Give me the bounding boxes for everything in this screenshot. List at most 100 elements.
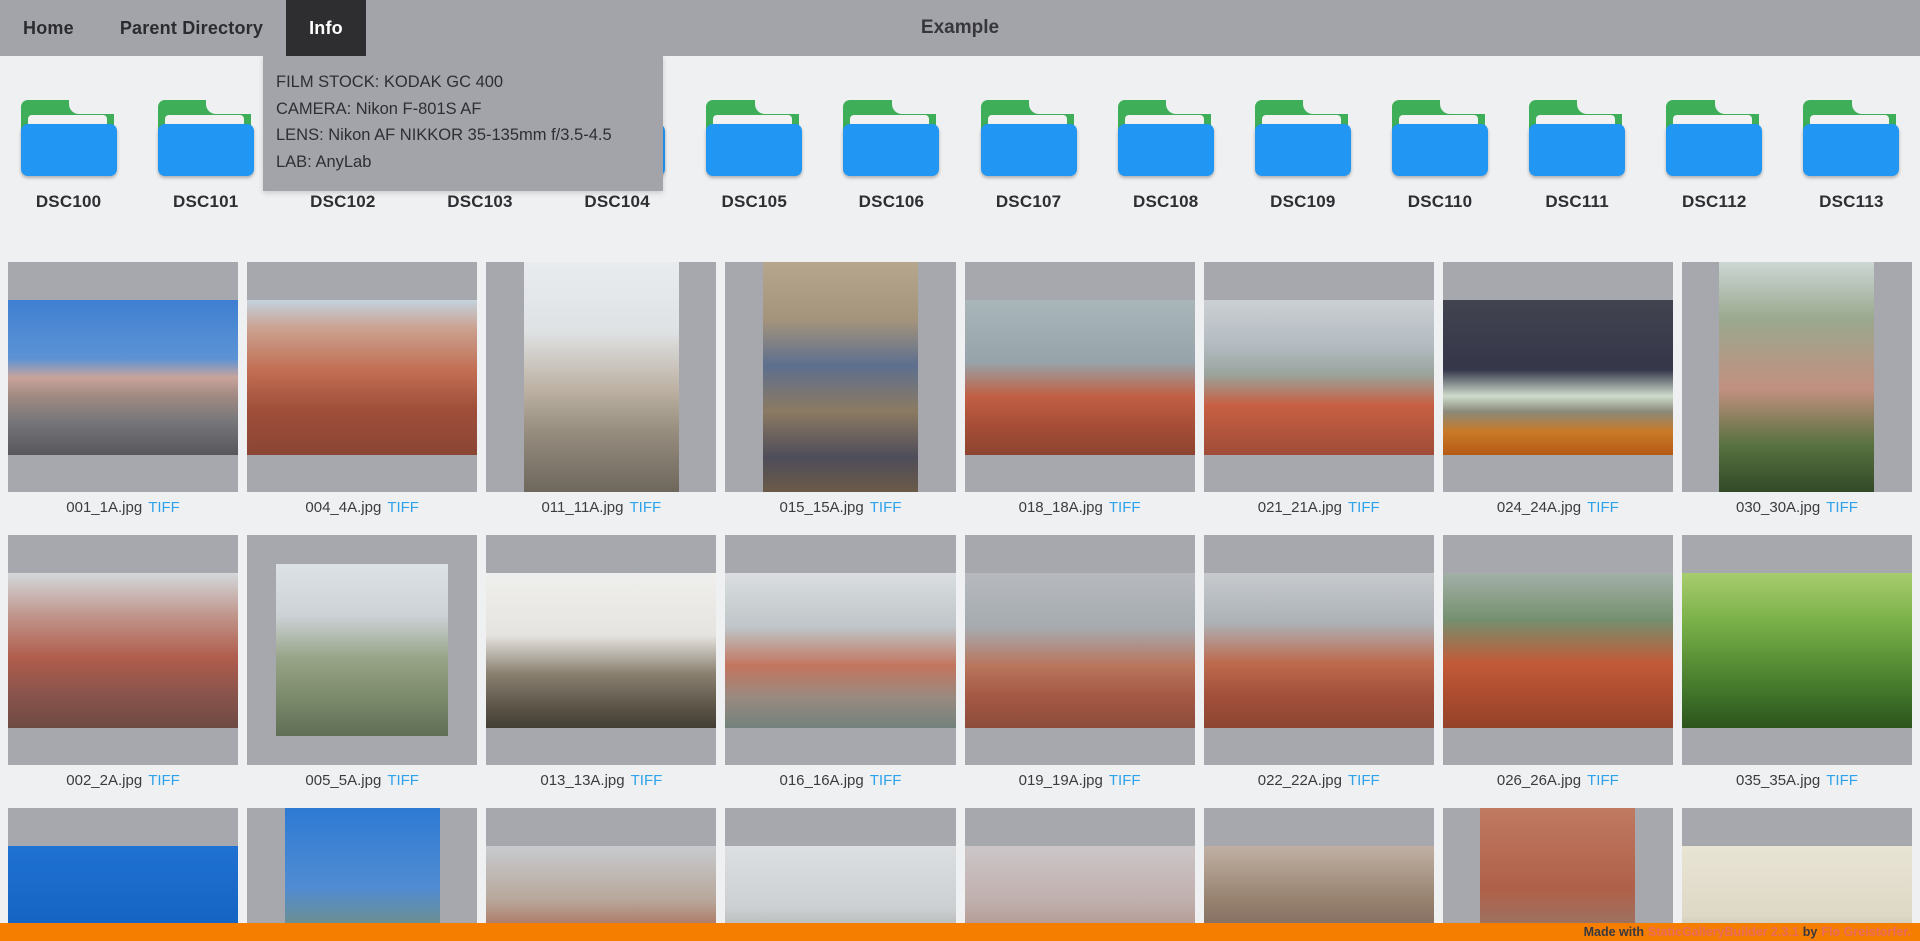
folder-item-dsc101[interactable]: DSC101 xyxy=(137,100,274,212)
tiff-link[interactable]: TIFF xyxy=(631,772,663,789)
photo-thumbnail[interactable] xyxy=(486,535,716,765)
photo-thumbnail[interactable] xyxy=(725,535,955,765)
tile-label: 001_1A.jpg TIFF xyxy=(8,492,238,522)
photo-thumbnail[interactable] xyxy=(965,262,1195,492)
tiff-link[interactable]: TIFF xyxy=(387,499,419,516)
photo-thumbnail[interactable] xyxy=(1443,262,1673,492)
tiff-link[interactable]: TIFF xyxy=(1348,772,1380,789)
grid-row: 001_1A.jpg TIFF 004_4A.jpg TIFF 011_11A.… xyxy=(8,262,1912,522)
photo-tile-021_21A: 021_21A.jpg TIFF xyxy=(1204,262,1434,522)
tiff-link[interactable]: TIFF xyxy=(1109,499,1141,516)
folder-item-dsc106[interactable]: DSC106 xyxy=(823,100,960,212)
nav-item-home[interactable]: Home xyxy=(0,0,97,56)
folder-item-dsc100[interactable]: DSC100 xyxy=(0,100,137,212)
navbar: HomeParent DirectoryInfo Example xyxy=(0,0,1920,56)
tile-label: 035_35A.jpg TIFF xyxy=(1682,765,1912,795)
photo-tile-011_11A: 011_11A.jpg TIFF xyxy=(486,262,716,522)
photo-thumbnail[interactable] xyxy=(1682,535,1912,765)
photo-thumbnail[interactable] xyxy=(1682,808,1912,941)
photo-image xyxy=(247,300,477,455)
folder-item-dsc109[interactable]: DSC109 xyxy=(1234,100,1371,212)
page-title: Example xyxy=(921,0,999,56)
tiff-link[interactable]: TIFF xyxy=(1348,499,1380,516)
folder-item-dsc108[interactable]: DSC108 xyxy=(1097,100,1234,212)
tiff-link[interactable]: TIFF xyxy=(1587,772,1619,789)
folder-label: DSC100 xyxy=(36,192,101,212)
photo-thumbnail[interactable] xyxy=(965,535,1195,765)
photo-thumbnail[interactable] xyxy=(1682,262,1912,492)
photo-thumbnail[interactable] xyxy=(1204,535,1434,765)
photo-filename: 004_4A.jpg xyxy=(305,499,381,516)
photo-thumbnail[interactable] xyxy=(725,262,955,492)
photo-thumbnail[interactable] xyxy=(1443,535,1673,765)
photo-image xyxy=(725,573,955,728)
photo-filename: 019_19A.jpg xyxy=(1019,772,1103,789)
tile-label: 026_26A.jpg TIFF xyxy=(1443,765,1673,795)
photo-filename: 011_11A.jpg xyxy=(541,499,623,516)
tiff-link[interactable]: TIFF xyxy=(1587,499,1619,516)
folder-item-dsc111[interactable]: DSC111 xyxy=(1509,100,1646,212)
photo-tile-019_19A: 019_19A.jpg TIFF xyxy=(965,535,1195,795)
photo-filename: 005_5A.jpg xyxy=(305,772,381,789)
tiff-link[interactable]: TIFF xyxy=(1826,499,1858,516)
tile-label: 011_11A.jpg TIFF xyxy=(486,492,716,522)
photo-tile-022_22A: 022_22A.jpg TIFF xyxy=(1204,535,1434,795)
tiff-link[interactable]: TIFF xyxy=(1109,772,1141,789)
photo-thumbnail[interactable] xyxy=(1204,808,1434,941)
folder-label: DSC107 xyxy=(996,192,1061,212)
grid-row xyxy=(8,808,1912,941)
photo-thumbnail[interactable] xyxy=(247,262,477,492)
photo-tile xyxy=(1682,808,1912,941)
photo-thumbnail[interactable] xyxy=(486,262,716,492)
footer-author-link[interactable]: Flo Greistorfer. xyxy=(1821,925,1911,939)
photo-filename: 022_22A.jpg xyxy=(1258,772,1342,789)
folder-label: DSC106 xyxy=(859,192,924,212)
folder-item-dsc110[interactable]: DSC110 xyxy=(1371,100,1508,212)
tile-label: 015_15A.jpg TIFF xyxy=(725,492,955,522)
tile-label: 030_30A.jpg TIFF xyxy=(1682,492,1912,522)
photo-tile-018_18A: 018_18A.jpg TIFF xyxy=(965,262,1195,522)
photo-image xyxy=(1443,300,1673,455)
tiff-link[interactable]: TIFF xyxy=(148,499,180,516)
tooltip-camera: CAMERA: Nikon F-801S AF xyxy=(276,96,643,123)
photo-filename: 001_1A.jpg xyxy=(66,499,142,516)
tiff-link[interactable]: TIFF xyxy=(148,772,180,789)
tiff-link[interactable]: TIFF xyxy=(870,499,902,516)
tile-label: 004_4A.jpg TIFF xyxy=(247,492,477,522)
folder-item-dsc113[interactable]: DSC113 xyxy=(1783,100,1920,212)
photo-thumbnail[interactable] xyxy=(965,808,1195,941)
footer-builder-link[interactable]: StaticGalleryBuilder 2.3.1 xyxy=(1648,925,1799,939)
tile-label: 005_5A.jpg TIFF xyxy=(247,765,477,795)
photo-thumbnail[interactable] xyxy=(1204,262,1434,492)
photo-filename: 016_16A.jpg xyxy=(779,772,863,789)
photo-thumbnail[interactable] xyxy=(1443,808,1673,941)
tooltip-lab: LAB: AnyLab xyxy=(276,149,643,176)
folder-icon xyxy=(843,100,939,176)
photo-filename: 002_2A.jpg xyxy=(66,772,142,789)
folder-label: DSC105 xyxy=(722,192,787,212)
photo-thumbnail[interactable] xyxy=(247,808,477,941)
photo-thumbnail[interactable] xyxy=(8,535,238,765)
folder-label: DSC104 xyxy=(584,192,649,212)
photo-thumbnail[interactable] xyxy=(486,808,716,941)
tooltip-film-stock: FILM STOCK: KODAK GC 400 xyxy=(276,69,643,96)
tiff-link[interactable]: TIFF xyxy=(387,772,419,789)
photo-image xyxy=(486,573,716,728)
photo-thumbnail[interactable] xyxy=(247,535,477,765)
photo-image xyxy=(1480,808,1635,941)
folder-item-dsc107[interactable]: DSC107 xyxy=(960,100,1097,212)
tiff-link[interactable]: TIFF xyxy=(870,772,902,789)
tiff-link[interactable]: TIFF xyxy=(1826,772,1858,789)
folder-icon xyxy=(1666,100,1762,176)
tiff-link[interactable]: TIFF xyxy=(630,499,662,516)
photo-thumbnail[interactable] xyxy=(8,808,238,941)
photo-thumbnail[interactable] xyxy=(725,808,955,941)
photo-tile-001_1A: 001_1A.jpg TIFF xyxy=(8,262,238,522)
folder-item-dsc105[interactable]: DSC105 xyxy=(686,100,823,212)
folder-icon xyxy=(706,100,802,176)
photo-thumbnail[interactable] xyxy=(8,262,238,492)
folder-item-dsc112[interactable]: DSC112 xyxy=(1646,100,1783,212)
nav-item-parent-directory[interactable]: Parent Directory xyxy=(97,0,286,56)
photo-filename: 018_18A.jpg xyxy=(1019,499,1103,516)
nav-item-info[interactable]: Info xyxy=(286,0,366,56)
